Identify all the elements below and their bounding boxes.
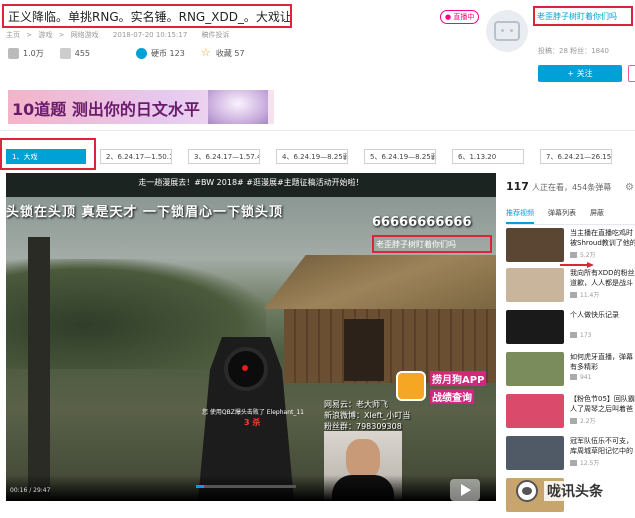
part-1[interactable]: 1、大戏 [6, 149, 86, 164]
video-stats: 1.0万 455 硬币 123 ☆ 收藏 57 [8, 46, 261, 59]
video-thumbnail [506, 268, 564, 302]
gear-icon[interactable]: ⚙ [625, 182, 634, 193]
sidebar-tabs: 推荐视频 弹幕列表 屏蔽 [506, 205, 635, 225]
player-controls: 00:16 / 29:47 [6, 475, 496, 501]
list-item[interactable]: 我向所有XDD的粉丝道歉，人人都是战斗的人 11.4万 [506, 264, 635, 302]
tab-danmaku-list[interactable]: 弹幕列表 [548, 205, 576, 224]
video-thumbnail [506, 436, 564, 470]
list-item[interactable]: 如何虎牙直播，弹幕有多精彩 941 [506, 348, 635, 386]
list-item[interactable]: 个人做快乐记录 173 [506, 306, 635, 344]
player-title: 走一趟漫展去！#BW 2018# #逛漫展#主题征稿活动开始啦！ [138, 178, 364, 187]
play-count-icon [570, 460, 577, 466]
live-badge[interactable]: ● 直播中 [440, 10, 480, 24]
breadcrumb-netgames[interactable]: 网络游戏 [71, 31, 99, 39]
coin-icon [136, 48, 148, 59]
play-count-icon [570, 252, 577, 258]
charge-button[interactable] [628, 65, 635, 82]
ad-banner[interactable]: 10道题 测出你的日文水平 [8, 90, 274, 124]
part-list: 1、大戏 2、6.24.17—1.50.1 3、6.24.17—1.57.40 … [6, 149, 628, 164]
avatar[interactable] [486, 10, 528, 52]
play-icon [8, 48, 19, 59]
part-3[interactable]: 3、6.24.17—1.57.40 [188, 149, 260, 164]
kill-count: 3 杀 [244, 418, 261, 427]
danmaku-stat: 455 [59, 48, 90, 59]
tab-block[interactable]: 屏蔽 [590, 205, 604, 224]
play-count-icon [570, 292, 577, 298]
publish-date: 2018-07-20 10:15:17 [112, 31, 188, 39]
kill-feed: 您 使用QBZ爆头击败了 Elephant_11 [202, 409, 304, 416]
play-count-icon [570, 374, 577, 380]
divider [0, 130, 635, 131]
coin-button[interactable]: 硬币 123 [136, 48, 185, 59]
hut [264, 255, 496, 383]
list-item[interactable]: 当主播在直播吃鸡时被Shroud教训了他的首 5.2万 [506, 224, 635, 262]
video-thumbnail [506, 228, 564, 262]
video-player[interactable]: 走一趟漫展去！#BW 2018# #逛漫展#主题征稿活动开始啦！ 头锁在头顶 真… [6, 173, 496, 501]
progress-bar[interactable] [196, 485, 296, 488]
play-count-icon [570, 332, 577, 338]
breadcrumb-home[interactable]: 主页 [6, 31, 20, 39]
highlight-danmaku: 老歪脖子树盯着你们吗 [372, 235, 492, 253]
banner-text: 10道题 测出你的日文水平 [12, 100, 200, 119]
breadcrumb-games[interactable]: 游戏 [38, 31, 52, 39]
banner-illustration [208, 90, 268, 124]
collect-button[interactable]: ☆ 收藏 57 [200, 46, 245, 59]
play-count-icon [570, 418, 577, 424]
streamer-info: 网易云：老大师飞 新浪微博：Xleft_小叮当 粉丝群：798309308 [324, 400, 411, 431]
tab-recommend[interactable]: 推荐视频 [506, 205, 534, 224]
video-thumbnail [506, 352, 564, 386]
danmaku-subtitle: 头锁在头顶 真是天才 一下锁眉心一下锁头顶 [6, 205, 284, 220]
watermark: 咙讯头条 [516, 480, 606, 502]
breadcrumb: 主页 > 游戏 > 网络游戏 2018-07-20 10:15:17 稿件投诉 [6, 31, 230, 39]
uploader-name[interactable]: 老歪脖子树盯着你们吗 [533, 6, 633, 26]
wechat-icon [516, 480, 538, 502]
part-4[interactable]: 4、6.24.19—8.25弱 [276, 149, 348, 164]
part-5[interactable]: 5、6.24.19—8.25弱 [364, 149, 436, 164]
part-7[interactable]: 7、6.24.21—26.15 [540, 149, 612, 164]
star-icon: ☆ [200, 46, 211, 59]
annotation-arrow [560, 262, 594, 268]
danmaku-666: 66666666666 [372, 215, 472, 230]
video-thumbnail [506, 310, 564, 344]
watching-count: 117 人正在看，454条弹幕 [506, 180, 612, 193]
views-stat: 1.0万 [8, 48, 44, 59]
report-link[interactable]: 稿件投诉 [202, 31, 230, 39]
part-6[interactable]: 6、1.13.20 [452, 149, 524, 164]
list-item[interactable]: 【粉色节05】回队霸人了周琴之后叫着爸爸 2.2万 [506, 390, 635, 428]
time-display: 00:16 / 29:47 [10, 487, 51, 494]
video-title: 正义降临。单挑RNG。实名锤。RNG_XDD_。大戏让你爽翻 [2, 4, 292, 28]
danmaku-icon [59, 48, 71, 59]
uploader-stats: 投稿：28 粉丝：1840 [538, 47, 609, 55]
list-item[interactable]: 冠军队伍乐不可支，库周城草阳记忆中的乐 12.5万 [506, 432, 635, 470]
play-icon[interactable] [450, 479, 480, 501]
follow-button[interactable]: + 关注 [538, 65, 622, 82]
tv-icon [494, 21, 520, 41]
video-thumbnail [506, 394, 564, 428]
dog-logo-icon [396, 371, 426, 401]
red-dot-icon [242, 365, 248, 371]
part-2[interactable]: 2、6.24.17—1.50.1 [100, 149, 172, 164]
